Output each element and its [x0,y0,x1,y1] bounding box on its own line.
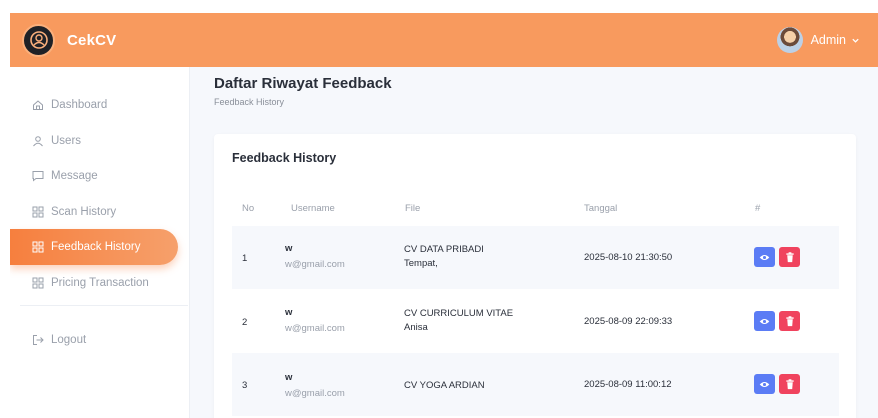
grid-icon [32,241,44,253]
eye-icon [759,318,770,324]
trash-icon [785,315,794,326]
file-title: CV CURRICULUM VITAE [404,308,514,319]
file-title: CV DATA PRIBADI [404,244,484,255]
sidebar-item-label: Logout [51,334,87,346]
file-subtitle: Anisa [404,322,428,333]
sidebar-item-label: Message [51,170,98,182]
column-header-no: No [242,203,255,214]
row-number: 2 [242,317,248,328]
username: w [285,307,293,318]
user-email: w@gmail.com [285,388,345,399]
delete-button[interactable] [779,247,800,267]
sidebar-item-users[interactable]: Users [10,123,178,159]
top-navbar: CekCV Admin [10,13,878,67]
column-header-tanggal: Tanggal [584,203,618,214]
user-email: w@gmail.com [285,259,345,270]
sidebar-item-scan-history[interactable]: Scan History [10,194,178,230]
sidebar-item-label: Pricing Transaction [51,277,149,289]
view-button[interactable] [754,247,775,267]
user-email: w@gmail.com [285,323,345,334]
home-icon [32,99,44,111]
sidebar-divider [20,305,188,306]
trash-icon [785,378,794,389]
grid-icon [32,206,44,218]
user-name: Admin [810,33,846,47]
delete-button[interactable] [779,311,800,331]
card-title: Feedback History [232,151,337,165]
grid-icon [32,277,44,289]
chevron-down-icon [851,36,860,45]
file-cell: CV DATA PRIBADI Tempat, [404,243,484,271]
brand-logo-icon [22,23,55,57]
eye-icon [759,254,770,260]
username: w [285,243,293,254]
brand[interactable]: CekCV [22,23,117,57]
username: w [285,372,293,383]
trash-icon [785,251,794,262]
date-cell: 2025-08-09 22:09:33 [584,316,673,327]
user-menu[interactable]: Admin [776,13,860,67]
message-icon [32,170,44,182]
view-button[interactable] [754,374,775,394]
file-cell: CV YOGA ARDIAN [404,379,485,393]
avatar [776,27,803,53]
table-row: 1 w w@gmail.com CV DATA PRIBADI Tempat, … [232,226,839,289]
feedback-card: Feedback History No Username File Tangga… [214,134,856,418]
sidebar-item-pricing-transaction[interactable]: Pricing Transaction [10,265,178,301]
sidebar-item-logout[interactable]: Logout [10,322,178,358]
page-title: Daftar Riwayat Feedback [214,75,392,92]
file-cell: CV CURRICULUM VITAE Anisa [404,307,513,335]
column-header-username: Username [291,203,335,214]
table-row: 2 w w@gmail.com CV CURRICULUM VITAE Anis… [232,290,839,353]
row-number: 3 [242,380,248,391]
date-cell: 2025-08-09 11:00:12 [584,379,672,390]
brand-name: CekCV [67,31,117,49]
sidebar-item-label: Users [51,135,82,147]
breadcrumb: Feedback History [214,97,285,107]
date-cell: 2025-08-10 21:30:50 [584,252,673,263]
user-cell: w w@gmail.com [285,243,345,270]
user-cell: w w@gmail.com [285,372,345,399]
user-cell: w w@gmail.com [285,307,345,334]
sidebar-item-label: Feedback History [51,241,141,253]
view-button[interactable] [754,311,775,331]
file-title: CV YOGA ARDIAN [404,380,485,391]
sidebar-item-label: Scan History [51,206,117,218]
sidebar-item-dashboard[interactable]: Dashboard [10,87,178,123]
table-row: 3 w w@gmail.com CV YOGA ARDIAN 2025-08-0… [232,353,839,416]
sidebar: Dashboard Users Message Scan History Fee… [10,67,190,418]
eye-icon [759,381,770,387]
sidebar-item-label: Dashboard [51,99,108,111]
logout-icon [32,334,44,346]
row-number: 1 [242,253,248,264]
column-header-file: File [405,203,421,214]
app-window: CekCV Admin Dashboard Users Message Scan… [10,13,878,418]
sidebar-item-feedback-history[interactable]: Feedback History [10,229,178,265]
file-subtitle: Tempat, [404,258,438,269]
user-icon [32,135,44,147]
sidebar-item-message[interactable]: Message [10,158,178,194]
column-header-actions: # [755,203,761,214]
delete-button[interactable] [779,374,800,394]
